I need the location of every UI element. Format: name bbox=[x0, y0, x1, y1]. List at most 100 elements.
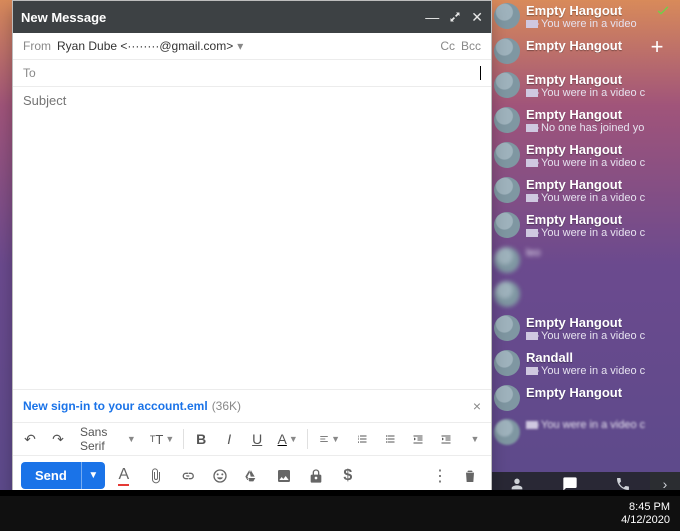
hangout-title: Empty Hangout bbox=[526, 385, 671, 400]
message-body[interactable] bbox=[13, 114, 491, 389]
indent-less-button[interactable] bbox=[407, 427, 429, 451]
from-dropdown-icon[interactable]: ▾ bbox=[237, 39, 243, 53]
avatar bbox=[494, 350, 520, 376]
hangout-item[interactable]: Empty Hangout You were in a video c bbox=[490, 69, 675, 104]
camera-icon bbox=[526, 194, 538, 202]
undo-button[interactable]: ↶ bbox=[19, 427, 41, 451]
clock-date: 4/12/2020 bbox=[621, 514, 670, 527]
hangout-item[interactable]: You were in a video c bbox=[490, 416, 675, 450]
send-button[interactable]: Send bbox=[21, 462, 81, 489]
system-clock[interactable]: 8:45 PM 4/12/2020 bbox=[621, 501, 670, 527]
hangout-item[interactable]: Empty Hangout You were in a video c bbox=[490, 312, 675, 347]
hangout-title: Empty Hangout bbox=[526, 3, 671, 18]
hangout-title: Empty Hangout bbox=[526, 177, 671, 192]
from-value: Ryan Dube <········@gmail.com> bbox=[57, 39, 233, 53]
cc-button[interactable]: Cc bbox=[440, 39, 455, 53]
hangouts-panel: + Empty Hangout You were in a video Empt… bbox=[490, 0, 675, 490]
camera-icon bbox=[526, 332, 538, 340]
separator bbox=[183, 429, 184, 449]
avatar bbox=[494, 212, 520, 238]
text-cursor bbox=[480, 66, 481, 80]
avatar bbox=[494, 72, 520, 98]
hangout-item[interactable]: Empty Hangout You were in a video c bbox=[490, 209, 675, 244]
insert-photo-button[interactable] bbox=[271, 463, 297, 489]
avatar bbox=[494, 142, 520, 168]
hangout-item[interactable]: Empty Hangout You were in a video c bbox=[490, 139, 675, 174]
hangout-title: Empty Hangout bbox=[526, 142, 671, 157]
hangout-subtitle: No one has joined yo bbox=[541, 122, 644, 134]
hangout-item[interactable]: Empty Hangout You were in a video bbox=[490, 0, 675, 35]
hangout-item[interactable]: leo bbox=[490, 244, 675, 278]
send-options-button[interactable]: ▼ bbox=[81, 462, 105, 489]
hangout-subtitle: You were in a video c bbox=[541, 87, 645, 99]
separator bbox=[307, 429, 308, 449]
italic-button[interactable]: I bbox=[218, 427, 240, 451]
confidential-mode-button[interactable] bbox=[303, 463, 329, 489]
camera-icon bbox=[526, 229, 538, 237]
more-format-button[interactable]: ▼ bbox=[463, 427, 485, 451]
minimize-button[interactable]: — bbox=[425, 9, 439, 25]
windows-taskbar[interactable]: 8:45 PM 4/12/2020 bbox=[0, 496, 680, 531]
hangout-title: Empty Hangout bbox=[526, 212, 671, 227]
check-icon bbox=[655, 2, 671, 18]
hangout-subtitle: You were in a video bbox=[541, 18, 637, 30]
text-format-button[interactable]: A bbox=[111, 463, 137, 489]
attach-file-button[interactable] bbox=[143, 463, 169, 489]
hangout-subtitle: You were in a video c bbox=[541, 227, 645, 239]
hangout-subtitle: You were in a video c bbox=[541, 365, 645, 377]
hangout-title: Randall bbox=[526, 350, 671, 365]
insert-drive-button[interactable] bbox=[239, 463, 265, 489]
font-family-select[interactable]: Sans Serif▼ bbox=[75, 427, 141, 451]
hangout-item[interactable]: Randall You were in a video c bbox=[490, 347, 675, 382]
indent-more-button[interactable] bbox=[435, 427, 457, 451]
remove-attachment-button[interactable]: × bbox=[473, 398, 481, 414]
hangout-subtitle: You were in a video c bbox=[541, 330, 645, 342]
avatar bbox=[494, 177, 520, 203]
from-row[interactable]: From Ryan Dube <········@gmail.com> ▾ Cc… bbox=[13, 33, 491, 60]
avatar bbox=[494, 281, 520, 307]
bullet-list-button[interactable] bbox=[379, 427, 401, 451]
bold-button[interactable]: B bbox=[190, 427, 212, 451]
hangout-subtitle: You were in a video c bbox=[541, 419, 645, 431]
camera-icon bbox=[526, 421, 538, 429]
from-label: From bbox=[23, 39, 51, 53]
text-color-button[interactable]: A▼ bbox=[274, 427, 301, 451]
underline-button[interactable]: U bbox=[246, 427, 268, 451]
subject-row bbox=[13, 87, 491, 114]
redo-button[interactable]: ↷ bbox=[47, 427, 69, 451]
camera-icon bbox=[526, 159, 538, 167]
avatar bbox=[494, 315, 520, 341]
hangout-title: Empty Hangout bbox=[526, 315, 671, 330]
hangout-subtitle: You were in a video c bbox=[541, 157, 645, 169]
expand-button[interactable] bbox=[449, 11, 461, 23]
insert-emoji-button[interactable] bbox=[207, 463, 233, 489]
close-button[interactable]: ✕ bbox=[471, 9, 483, 26]
avatar bbox=[494, 3, 520, 29]
to-row: To bbox=[13, 60, 491, 87]
hangout-item[interactable]: Empty Hangout You were in a video c bbox=[490, 174, 675, 209]
font-size-select[interactable]: TT▼ bbox=[147, 427, 178, 451]
avatar bbox=[494, 247, 520, 273]
discard-draft-button[interactable] bbox=[457, 463, 483, 489]
insert-link-button[interactable] bbox=[175, 463, 201, 489]
attachment-row: New sign-in to your account.eml (36K) × bbox=[13, 389, 491, 422]
camera-icon bbox=[526, 124, 538, 132]
to-input[interactable] bbox=[42, 66, 478, 80]
bcc-button[interactable]: Bcc bbox=[461, 39, 481, 53]
subject-input[interactable] bbox=[23, 93, 481, 108]
compose-title: New Message bbox=[21, 10, 106, 25]
hangout-item[interactable] bbox=[490, 278, 675, 312]
add-hangout-button[interactable]: + bbox=[645, 36, 669, 60]
insert-money-button[interactable]: $ bbox=[335, 463, 361, 489]
avatar bbox=[494, 419, 520, 445]
to-label: To bbox=[23, 66, 36, 80]
align-button[interactable]: ▼ bbox=[314, 427, 345, 451]
numbered-list-button[interactable] bbox=[351, 427, 373, 451]
more-options-button[interactable]: ⋮ bbox=[427, 463, 453, 489]
attachment-name[interactable]: New sign-in to your account.eml bbox=[23, 399, 208, 413]
compose-header[interactable]: New Message — ✕ bbox=[13, 1, 491, 33]
camera-icon bbox=[526, 20, 538, 28]
hangout-item[interactable]: Empty Hangout No one has joined yo bbox=[490, 104, 675, 139]
attachment-size: (36K) bbox=[212, 399, 241, 413]
hangout-item[interactable]: Empty Hangout bbox=[490, 382, 675, 416]
